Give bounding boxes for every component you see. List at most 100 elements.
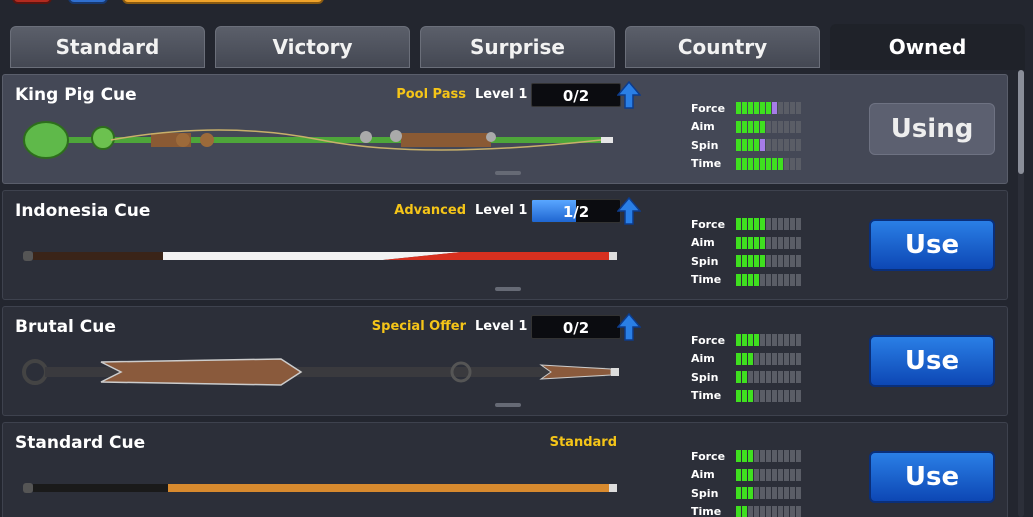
stat-segment — [742, 273, 747, 286]
stat-segment — [790, 273, 795, 286]
stat-segment — [748, 487, 753, 500]
stat-segment — [766, 236, 771, 249]
stat-segment — [778, 389, 783, 402]
tab-country[interactable]: Country — [625, 26, 820, 68]
stat-force: Force — [691, 331, 801, 350]
cue-card-indonesia[interactable]: Indonesia Cue Advanced Level 1 1/2 Force… — [2, 190, 1008, 300]
card-drag-handle — [495, 171, 521, 175]
stat-segment — [748, 102, 753, 115]
stat-segment — [790, 102, 795, 115]
stat-segment — [778, 157, 783, 170]
stat-segment — [790, 389, 795, 402]
stat-segment — [790, 468, 795, 481]
stat-segment — [754, 255, 759, 268]
stat-segment — [784, 450, 789, 463]
stat-segment — [748, 120, 753, 133]
cue-name: Brutal Cue — [15, 317, 116, 337]
stat-segment — [766, 102, 771, 115]
use-button[interactable]: Use — [869, 335, 995, 387]
cue-level-progress: 0/2 — [531, 83, 621, 107]
stat-segment — [736, 120, 741, 133]
list-scrollbar[interactable] — [1018, 70, 1024, 517]
stat-segment — [760, 334, 765, 347]
stat-segment — [736, 273, 741, 286]
spin-bars — [736, 139, 801, 152]
stat-segment — [790, 236, 795, 249]
cue-level-progress: 1/2 — [531, 199, 621, 223]
progress-text: 0/2 — [562, 319, 590, 337]
tab-standard[interactable]: Standard — [10, 26, 205, 68]
stat-segment — [736, 102, 741, 115]
cue-list: King Pig Cue Pool Pass Level 1 0/2 Force — [0, 68, 1012, 517]
use-button[interactable]: Use — [869, 451, 995, 503]
stat-segment — [742, 450, 747, 463]
cue-card-brutal[interactable]: Brutal Cue Special Offer Level 1 0/2 For… — [2, 306, 1008, 416]
stat-segment — [742, 505, 747, 517]
stat-segment — [772, 334, 777, 347]
tab-victory[interactable]: Victory — [215, 26, 410, 68]
stat-segment — [784, 468, 789, 481]
stat-segment — [736, 468, 741, 481]
stat-segment — [772, 389, 777, 402]
upgrade-arrow-icon[interactable] — [617, 81, 641, 109]
stat-segment — [790, 255, 795, 268]
stat-segment — [742, 236, 747, 249]
stat-segment — [778, 468, 783, 481]
stat-time: Time — [691, 503, 801, 517]
stat-segment — [760, 120, 765, 133]
stat-segment — [796, 255, 801, 268]
cue-card-standard[interactable]: Standard Cue Standard Force Aim Spin Tim… — [2, 422, 1008, 517]
stat-segment — [760, 102, 765, 115]
stat-segment — [796, 334, 801, 347]
stat-segment — [742, 389, 747, 402]
stat-segment — [790, 157, 795, 170]
stat-segment — [784, 139, 789, 152]
time-bars — [736, 273, 801, 286]
upgrade-arrow-icon[interactable] — [617, 313, 641, 341]
top-red-button[interactable] — [12, 0, 52, 4]
stat-spin: Spin — [691, 252, 801, 271]
cue-level-progress: 0/2 — [531, 315, 621, 339]
cue-name: Indonesia Cue — [15, 201, 151, 221]
stat-segment — [784, 157, 789, 170]
stat-segment — [796, 505, 801, 517]
cue-offer-label: Pool Pass — [396, 87, 466, 102]
stat-segment — [778, 102, 783, 115]
stat-segment — [760, 389, 765, 402]
stat-segment — [796, 218, 801, 231]
stat-segment — [796, 139, 801, 152]
using-button[interactable]: Using — [869, 103, 995, 155]
stat-segment — [784, 255, 789, 268]
stat-segment — [796, 389, 801, 402]
scrollbar-thumb[interactable] — [1018, 70, 1024, 174]
top-blue-button[interactable] — [68, 0, 108, 4]
upgrade-arrow-icon[interactable] — [617, 197, 641, 225]
stat-segment — [736, 236, 741, 249]
top-toolbar-partial — [0, 0, 1033, 4]
spin-bars — [736, 255, 801, 268]
stat-segment — [748, 389, 753, 402]
cue-level-label: Level 1 — [475, 319, 528, 334]
stat-segment — [766, 371, 771, 384]
stat-segment — [742, 139, 747, 152]
stat-time: Time — [691, 271, 801, 290]
stat-segment — [796, 450, 801, 463]
stat-segment — [754, 139, 759, 152]
stat-segment — [748, 450, 753, 463]
stat-segment — [760, 236, 765, 249]
tab-owned[interactable]: Owned — [830, 24, 1025, 70]
stat-segment — [748, 468, 753, 481]
stat-segment — [760, 157, 765, 170]
stat-segment — [754, 389, 759, 402]
aim-bars — [736, 468, 801, 481]
stat-segment — [778, 273, 783, 286]
stat-segment — [796, 371, 801, 384]
aim-bars — [736, 352, 801, 365]
stat-segment — [742, 157, 747, 170]
stat-segment — [784, 236, 789, 249]
top-orange-button[interactable] — [122, 0, 324, 4]
cue-card-king-pig[interactable]: King Pig Cue Pool Pass Level 1 0/2 Force — [2, 74, 1008, 184]
use-button[interactable]: Use — [869, 219, 995, 271]
tab-surprise[interactable]: Surprise — [420, 26, 615, 68]
stat-force: Force — [691, 215, 801, 234]
